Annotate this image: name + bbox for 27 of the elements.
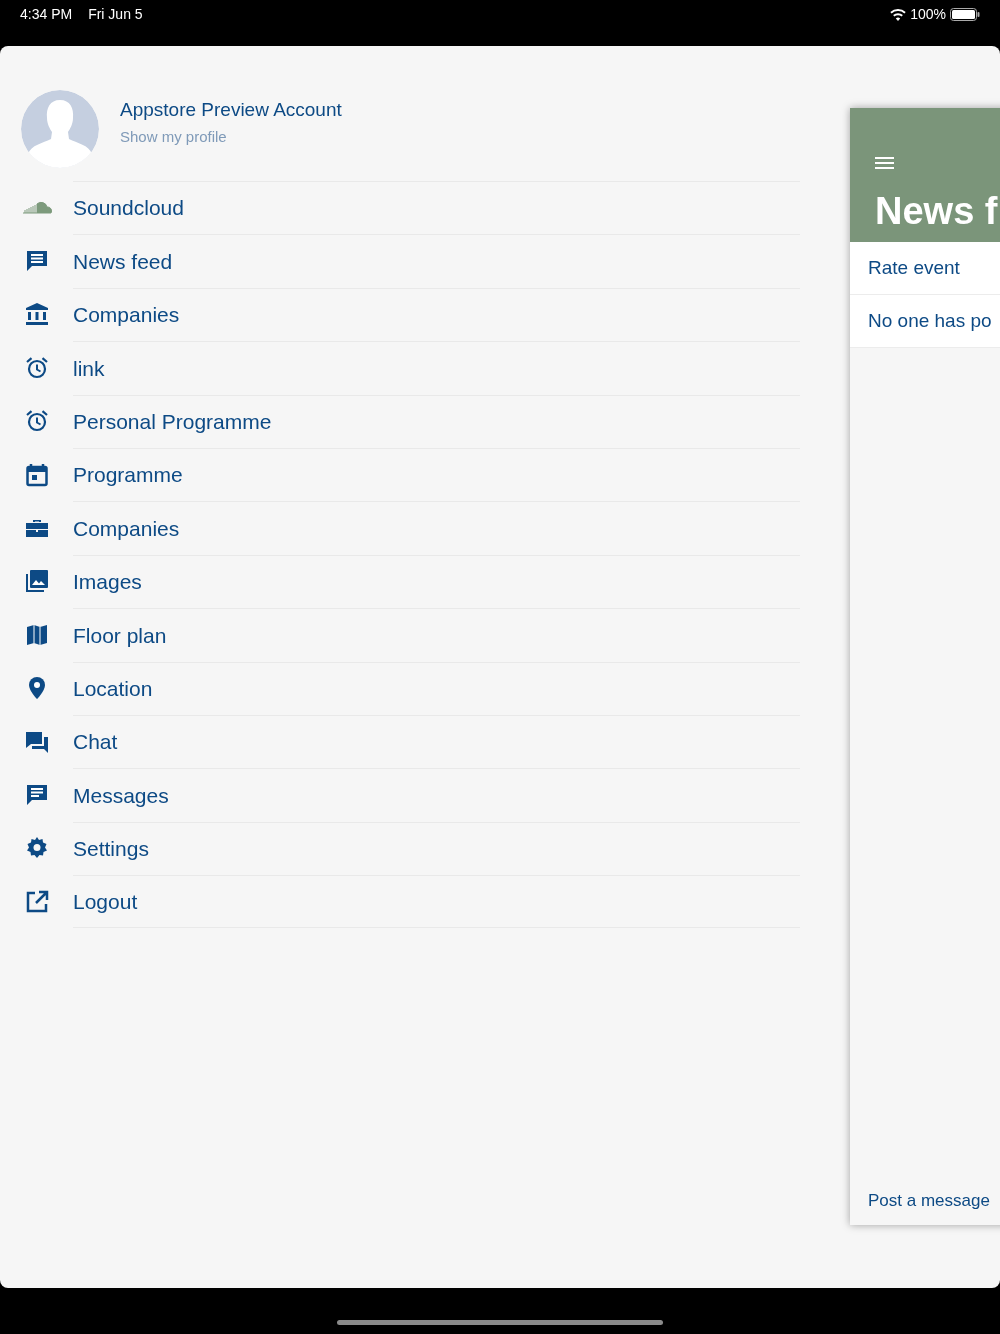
status-time: 4:34 PM bbox=[20, 5, 73, 24]
wifi-icon bbox=[890, 8, 907, 21]
battery-icon bbox=[950, 8, 980, 21]
status-date: Fri Jun 5 bbox=[88, 5, 143, 24]
menu-item[interactable]: Soundcloud bbox=[73, 181, 800, 235]
menu-item[interactable]: Logout bbox=[73, 875, 800, 929]
menu-item[interactable]: link bbox=[73, 341, 800, 395]
account-name: Appstore Preview Account bbox=[120, 98, 342, 122]
menu-item[interactable]: News feed bbox=[73, 234, 800, 288]
menu-item[interactable]: Companies bbox=[73, 501, 800, 555]
empty-feed-message: No one has po bbox=[850, 295, 1000, 348]
rate-event-link[interactable]: Rate event bbox=[850, 242, 1000, 295]
home-indicator[interactable] bbox=[337, 1320, 663, 1325]
avatar[interactable] bbox=[21, 90, 99, 168]
menu-item[interactable]: Companies bbox=[73, 287, 800, 342]
post-message-link[interactable]: Post a message bbox=[868, 1187, 990, 1213]
menu-item[interactable]: Chat bbox=[73, 714, 800, 769]
battery-percent: 100% bbox=[910, 5, 946, 24]
menu-item[interactable]: Programme bbox=[73, 447, 800, 502]
menu-icon[interactable] bbox=[875, 156, 894, 169]
menu-item[interactable]: Floor plan bbox=[73, 608, 800, 662]
menu-item[interactable]: Settings bbox=[73, 821, 800, 876]
menu-item[interactable]: Images bbox=[73, 554, 800, 609]
page-title: News f bbox=[875, 192, 999, 230]
menu-item[interactable]: Personal Programme bbox=[73, 394, 800, 448]
menu-item[interactable]: Location bbox=[73, 661, 800, 715]
menu-item[interactable]: Messages bbox=[73, 768, 800, 822]
